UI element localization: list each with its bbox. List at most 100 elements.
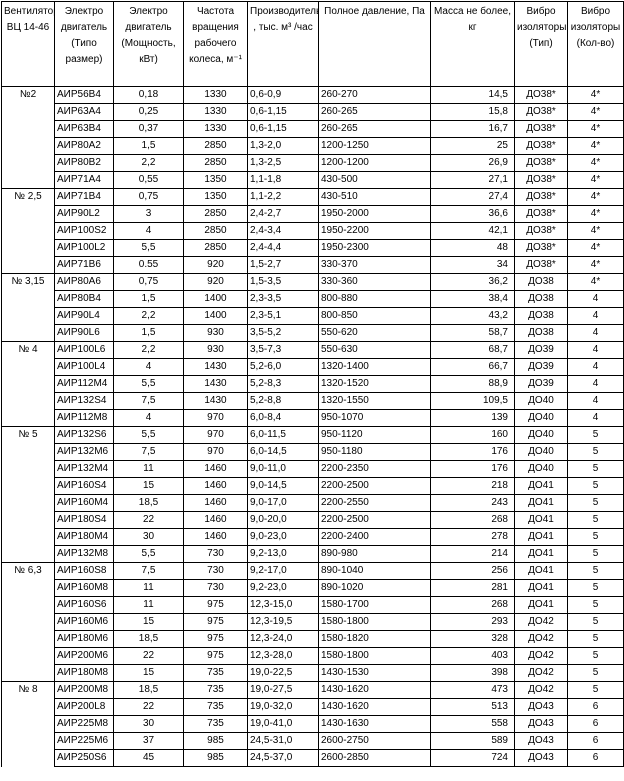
cell-isolator-count: 5	[567, 664, 624, 682]
table-row: АИР225М8 30 735 19,0-41,0 1430-1630 558 ДО43 6	[1, 715, 624, 733]
cell-motor-power: 5,5	[113, 375, 184, 393]
table-row: №2 АИР56В4 0,18 1330 0,6-0,9 260-270 14,5 ДО38*…	[1, 86, 624, 104]
table-row: АИР180М6 18,5 975 12,3-24,0 1580-1820 328 ДО42…	[1, 630, 624, 648]
cell-isolator-type: ДО41	[514, 528, 568, 546]
cell-mass: 38,4	[430, 290, 515, 308]
cell-capacity: 19,0-22,5	[247, 664, 319, 682]
cell-motor-type: АИР180S4	[54, 511, 114, 529]
cell-rotation-speed: 975	[183, 596, 248, 614]
cell-rotation-speed: 1330	[183, 103, 248, 121]
cell-isolator-count: 5	[567, 613, 624, 631]
cell-mass: 256	[430, 562, 515, 580]
cell-pressure: 950-1070	[318, 409, 431, 427]
cell-pressure: 2200-2500	[318, 477, 431, 495]
cell-isolator-type: ДО40	[514, 460, 568, 478]
cell-isolator-type: ДО40	[514, 426, 568, 444]
cell-motor-power: 45	[113, 749, 184, 767]
cell-isolator-count: 4*	[567, 239, 624, 257]
cell-rotation-speed: 1460	[183, 494, 248, 512]
cell-capacity: 0,6-1,15	[247, 103, 319, 121]
table-row: АИР100L2 5,5 2850 2,4-4,4 1950-2300 48 ДО38* 4*	[1, 239, 624, 257]
cell-rotation-speed: 1460	[183, 460, 248, 478]
cell-motor-power: 18,5	[113, 681, 184, 699]
cell-fan-model: №2	[1, 86, 55, 104]
cell-motor-power: 0,18	[113, 86, 184, 104]
cell-mass: 36,2	[430, 273, 515, 291]
cell-fan-model	[1, 409, 55, 427]
cell-capacity: 1,1-1,8	[247, 171, 319, 189]
cell-capacity: 5,2-8,3	[247, 375, 319, 393]
cell-fan-model: № 3,15	[1, 273, 55, 291]
cell-pressure: 1320-1520	[318, 375, 431, 393]
cell-fan-model: № 2,5	[1, 188, 55, 206]
table-row: АИР160М4 18,5 1460 9,0-17,0 2200-2550 243 ДО41…	[1, 494, 624, 512]
cell-motor-type: АИР63А4	[54, 103, 114, 121]
cell-mass: 88,9	[430, 375, 515, 393]
cell-motor-power: 15	[113, 477, 184, 495]
cell-mass: 68,7	[430, 341, 515, 359]
table-row: АИР132М8 5,5 730 9,2-13,0 890-980 214 ДО41 5	[1, 545, 624, 563]
cell-mass: 268	[430, 511, 515, 529]
cell-pressure: 890-1040	[318, 562, 431, 580]
cell-motor-power: 0,37	[113, 120, 184, 138]
cell-isolator-count: 5	[567, 596, 624, 614]
cell-mass: 26,9	[430, 154, 515, 172]
table-row: АИР90L4 2,2 1400 2,3-5,1 800-850 43,2 ДО38 4	[1, 307, 624, 325]
cell-rotation-speed: 2850	[183, 154, 248, 172]
cell-isolator-count: 4*	[567, 103, 624, 121]
cell-motor-type: АИР160М4	[54, 494, 114, 512]
cell-motor-type: АИР100L4	[54, 358, 114, 376]
cell-capacity: 12,3-28,0	[247, 647, 319, 665]
cell-capacity: 6,0-11,5	[247, 426, 319, 444]
cell-isolator-count: 5	[567, 528, 624, 546]
fan-spec-table: Вентиляторы ВЦ 14-46 Электро двигатель (…	[1, 1, 624, 767]
cell-fan-model	[1, 494, 55, 512]
cell-mass: 513	[430, 698, 515, 716]
cell-rotation-speed: 2850	[183, 239, 248, 257]
table-row: № 6,3 АИР160S8 7,5 730 9,2-17,0 890-1040 256 ДО…	[1, 562, 624, 580]
table-row: АИР250S6 45 985 24,5-37,0 2600-2850 724 ДО43 6	[1, 749, 624, 767]
cell-isolator-count: 5	[567, 545, 624, 563]
cell-motor-type: АИР100S2	[54, 222, 114, 240]
cell-rotation-speed: 735	[183, 715, 248, 733]
cell-mass: 218	[430, 477, 515, 495]
table-body: №2 АИР56В4 0,18 1330 0,6-0,9 260-270 14,5 ДО38*…	[1, 86, 624, 767]
cell-pressure: 330-360	[318, 273, 431, 291]
cell-mass: 48	[430, 239, 515, 257]
cell-mass: 160	[430, 426, 515, 444]
cell-pressure: 1200-1200	[318, 154, 431, 172]
cell-mass: 66,7	[430, 358, 515, 376]
cell-isolator-type: ДО41	[514, 494, 568, 512]
cell-pressure: 800-850	[318, 307, 431, 325]
cell-isolator-count: 5	[567, 579, 624, 597]
cell-rotation-speed: 1460	[183, 528, 248, 546]
cell-motor-power: 7,5	[113, 392, 184, 410]
cell-fan-model	[1, 443, 55, 461]
cell-rotation-speed: 730	[183, 545, 248, 563]
cell-pressure: 1950-2300	[318, 239, 431, 257]
cell-motor-power: 18,5	[113, 494, 184, 512]
cell-rotation-speed: 1350	[183, 171, 248, 189]
cell-isolator-type: ДО41	[514, 596, 568, 614]
header-motor-power: Электро двигатель (Мощность, кВт)	[113, 1, 184, 87]
cell-capacity: 12,3-15,0	[247, 596, 319, 614]
cell-rotation-speed: 735	[183, 664, 248, 682]
cell-motor-power: 0,55	[113, 171, 184, 189]
cell-rotation-speed: 1460	[183, 477, 248, 495]
cell-fan-model	[1, 664, 55, 682]
cell-mass: 58,7	[430, 324, 515, 342]
cell-motor-power: 5,5	[113, 545, 184, 563]
cell-motor-type: АИР112М8	[54, 409, 114, 427]
cell-isolator-type: ДО41	[514, 511, 568, 529]
cell-mass: 42,1	[430, 222, 515, 240]
cell-mass: 724	[430, 749, 515, 767]
cell-capacity: 6,0-14,5	[247, 443, 319, 461]
cell-mass: 27,4	[430, 188, 515, 206]
cell-isolator-type: ДО39	[514, 358, 568, 376]
cell-motor-type: АИР100L2	[54, 239, 114, 257]
cell-rotation-speed: 730	[183, 579, 248, 597]
cell-fan-model	[1, 307, 55, 325]
cell-capacity: 19,0-41,0	[247, 715, 319, 733]
cell-motor-power: 15	[113, 613, 184, 631]
cell-pressure: 1580-1800	[318, 647, 431, 665]
